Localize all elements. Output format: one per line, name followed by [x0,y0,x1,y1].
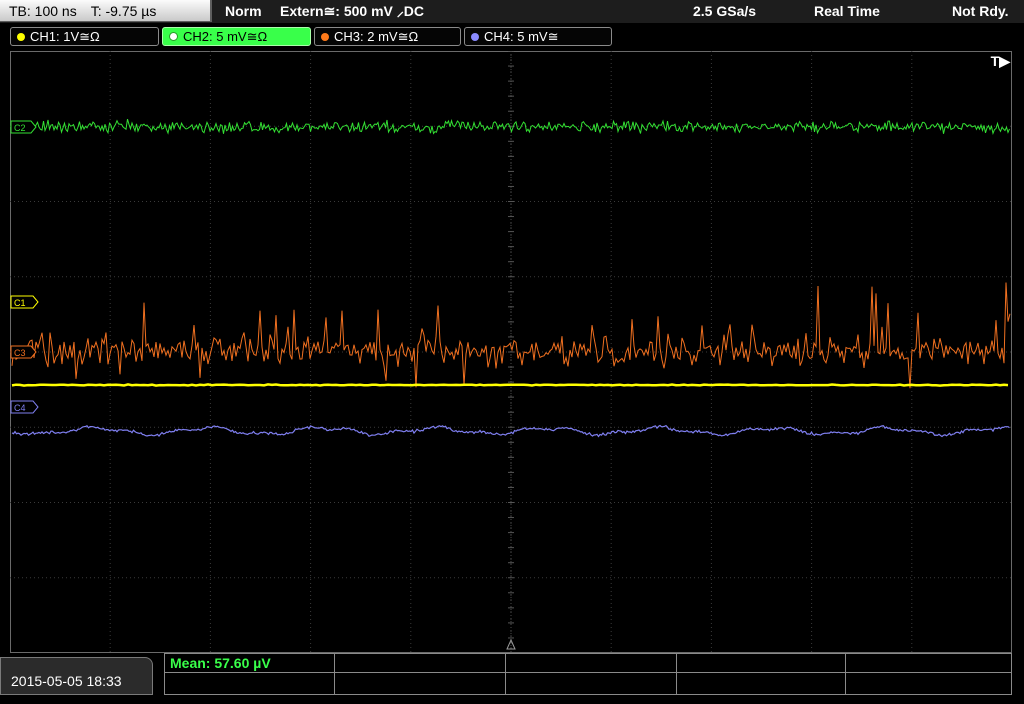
measurement-mean[interactable]: Mean: 57.60 µV [165,654,335,673]
datetime-display: 2015-05-05 18:33 [0,657,153,695]
ch4-dot-icon [471,33,479,41]
ch2-dot-icon [169,32,178,41]
ch3-offset-marker[interactable]: C3 [10,345,37,359]
sample-rate[interactable]: 2.5 GSa/s [693,0,756,23]
ch4-marker-label: C4 [14,403,26,413]
bottom-bar: 2015-05-05 18:33 Mean: 57.60 µV [0,653,1024,695]
trigger-marker[interactable]: T▶ [991,53,1010,70]
channel-tab-ch2[interactable]: CH2: 5 mV≅Ω [162,27,311,46]
measurement-slot[interactable] [846,673,1011,694]
timebase-box[interactable]: TB: 100 ns T: -9.75 µs [0,0,212,22]
measurement-slot[interactable] [677,654,846,673]
ch2-offset-marker[interactable]: C2 [10,120,37,134]
ch1-marker-label: C1 [14,298,26,308]
center-axis-ticks [508,51,514,653]
ch1-waveform [11,383,1009,387]
status-bar: TB: 100 ns T: -9.75 µs Norm Extern≅: 500 … [0,0,1024,23]
channel-tab-ch3[interactable]: CH3: 2 mV≅Ω [314,27,461,46]
measurement-table[interactable]: Mean: 57.60 µV [164,653,1012,695]
ch3-marker-label: C3 [14,348,26,358]
channel-tab-ch1[interactable]: CH1: 1V≅Ω [10,27,159,46]
channel-bar: CH1: 1V≅Ω CH2: 5 mV≅Ω CH3: 2 mV≅Ω CH4: 5… [0,23,1024,48]
measurement-slot[interactable] [335,673,506,694]
measurement-slot[interactable] [506,654,677,673]
measurement-slot[interactable] [506,673,677,694]
waveform-display[interactable]: C2 C1 C3 C4 [10,51,1012,653]
channel-tab-ch4[interactable]: CH4: 5 mV≅ [464,27,612,46]
measurement-slot[interactable] [846,654,1011,673]
ch4-label: CH4: 5 mV≅ [484,29,559,44]
ch1-offset-marker[interactable]: C1 [10,295,39,309]
trigger-source[interactable]: Extern≅: 500 mV ⸝DC [280,0,424,23]
acquire-mode[interactable]: Real Time [814,0,880,23]
ch2-label: CH2: 5 mV≅Ω [183,29,268,44]
ch3-label: CH3: 2 mV≅Ω [334,29,419,44]
ch1-label: CH1: 1V≅Ω [30,29,100,44]
ch1-dot-icon [17,33,25,41]
ch3-dot-icon [321,33,329,41]
timebase-value: TB: 100 ns [9,3,77,19]
trigger-mode[interactable]: Norm [225,0,262,23]
trigger-time-value: T: -9.75 µs [90,3,157,19]
ch2-marker-label: C2 [14,123,26,133]
measurement-slot[interactable] [335,654,506,673]
ch4-offset-marker[interactable]: C4 [10,400,39,414]
measurement-slot[interactable] [165,673,335,694]
trigger-status: Not Rdy. [952,3,1009,19]
measurement-slot[interactable] [677,673,846,694]
